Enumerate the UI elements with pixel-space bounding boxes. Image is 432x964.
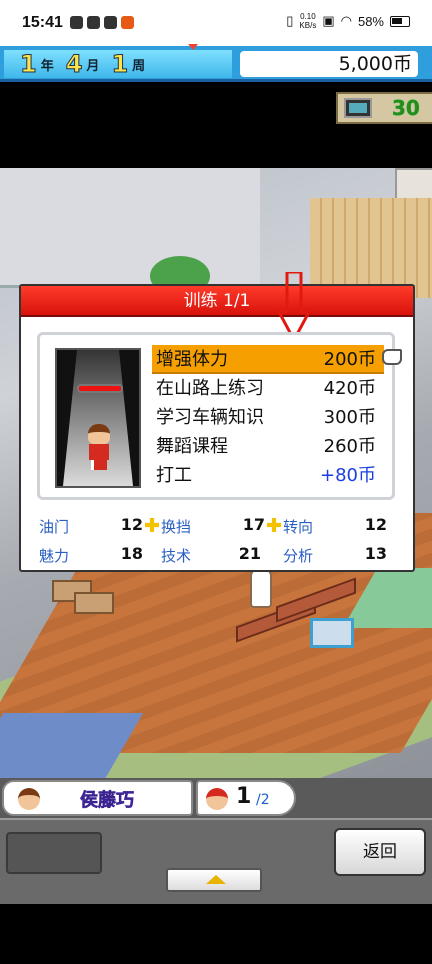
page-total: /2 — [256, 792, 270, 808]
app-notification-icon — [70, 16, 83, 29]
dialog-title: 训练 1/1 — [21, 286, 413, 317]
plus-icon — [267, 518, 281, 532]
tiktok-icon — [104, 16, 117, 29]
menu-item-cost: 420币 — [323, 378, 376, 399]
character-tab[interactable]: 侯藤巧 — [2, 780, 193, 816]
month-unit: 月 — [86, 58, 100, 74]
menu-item-label: 打工 — [156, 465, 192, 486]
stat-label-steering: 转向 — [283, 518, 314, 536]
net-speed: 0.10 KB/s — [299, 12, 316, 30]
menu-item-label: 舞蹈课程 — [156, 436, 228, 457]
stat-label-throttle: 油门 — [39, 518, 70, 536]
date-money-bar: 1 年 4 月 1 周 5,000币 — [0, 44, 432, 82]
year-unit: 年 — [40, 58, 54, 74]
app-notification-icon — [121, 16, 134, 29]
menu-item-strengthen-stamina[interactable]: 增强体力 200币 — [152, 345, 402, 374]
menu-item-mountain-practice[interactable]: 在山路上练习 420币 — [152, 374, 384, 403]
computer-icon — [344, 98, 372, 118]
menu-item-dance-class[interactable]: 舞蹈课程 260币 — [152, 432, 384, 461]
status-bar: 15:41 ▯ 0.10 KB/s ▣ ◠ 58% — [0, 0, 432, 44]
stat-value-throttle: 12 — [120, 515, 143, 534]
stat-label-charm: 魅力 — [39, 547, 70, 565]
character-sprite[interactable] — [250, 568, 272, 608]
sim-icon: ▣ — [322, 13, 335, 28]
character-portrait — [55, 348, 141, 488]
stat-value-analysis: 13 — [364, 544, 387, 563]
crate — [74, 592, 114, 614]
character-page-tab[interactable]: 1 /2 — [196, 780, 296, 816]
stat-value-technique: 21 — [238, 544, 261, 563]
vibrate-icon: ▯ — [286, 13, 294, 28]
cart — [310, 618, 354, 648]
status-right: ▯ 0.10 KB/s ▣ ◠ 58% — [286, 12, 410, 30]
avatar — [18, 788, 40, 810]
action-panel: 返回 — [0, 818, 432, 904]
expand-menu-button[interactable] — [166, 868, 262, 892]
fence — [310, 198, 432, 298]
net-speed-value: 0.10 — [300, 12, 316, 21]
month-number: 4 — [65, 50, 83, 79]
info-strip: 30 — [0, 82, 432, 168]
computer-counter[interactable]: 30 — [336, 92, 432, 124]
empty-slot-button[interactable] — [6, 832, 102, 874]
stat-label-technique: 技术 — [161, 547, 192, 565]
battery-percent: 58% — [357, 13, 384, 29]
year-number: 1 — [20, 50, 38, 79]
plus-icon — [145, 518, 159, 532]
building — [0, 168, 260, 288]
stat-label-analysis: 分析 — [283, 547, 314, 565]
net-speed-unit: KB/s — [299, 21, 317, 30]
menu-item-label: 学习车辆知识 — [156, 407, 264, 428]
menu-item-label: 在山路上练习 — [156, 378, 264, 399]
character-name: 侯藤巧 — [80, 790, 135, 812]
notification-icons — [70, 16, 134, 29]
character-tabbar: 侯藤巧 1 /2 — [0, 778, 432, 818]
menu-item-vehicle-knowledge[interactable]: 学习车辆知识 300币 — [152, 403, 384, 432]
menu-item-part-time-job[interactable]: 打工 +80币 — [152, 461, 384, 490]
battery-icon — [390, 15, 410, 27]
wifi-icon: ◠ — [340, 13, 352, 28]
status-time: 15:41 — [22, 14, 63, 31]
app-notification-icon — [87, 16, 100, 29]
menu-item-cost: 260币 — [323, 436, 376, 457]
money-display: 5,000币 — [240, 51, 418, 77]
game-date: 1 年 4 月 1 周 — [4, 50, 232, 79]
character-cap-icon — [206, 788, 228, 810]
menu-item-cost: +80币 — [320, 465, 376, 486]
stamina-bar — [77, 384, 123, 393]
menu-item-cost: 200币 — [323, 349, 376, 370]
pointer-hand-icon — [382, 349, 402, 365]
back-button[interactable]: 返回 — [334, 828, 426, 876]
stat-value-steering: 12 — [364, 515, 387, 534]
training-menu: 增强体力 200币 在山路上练习 420币 学习车辆知识 300币 舞蹈课程 2… — [152, 345, 402, 490]
menu-item-label: 增强体力 — [156, 349, 228, 370]
week-unit: 周 — [132, 58, 146, 74]
week-number: 1 — [111, 50, 129, 79]
training-dialog: 训练 1/1 增强体力 200币 在山路上练习 420币 学习车辆知识 300币… — [19, 272, 415, 572]
stat-value-shift: 17 — [242, 515, 265, 534]
computer-count: 30 — [392, 96, 420, 121]
page-current: 1 — [236, 784, 252, 809]
bottom-panel: 侯藤巧 1 /2 返回 — [0, 778, 432, 964]
menu-item-cost: 300币 — [323, 407, 376, 428]
training-panel: 增强体力 200币 在山路上练习 420币 学习车辆知识 300币 舞蹈课程 2… — [37, 332, 402, 500]
stat-label-shift: 换挡 — [161, 518, 192, 536]
character-figure — [87, 424, 111, 472]
stat-value-charm: 18 — [120, 544, 143, 563]
